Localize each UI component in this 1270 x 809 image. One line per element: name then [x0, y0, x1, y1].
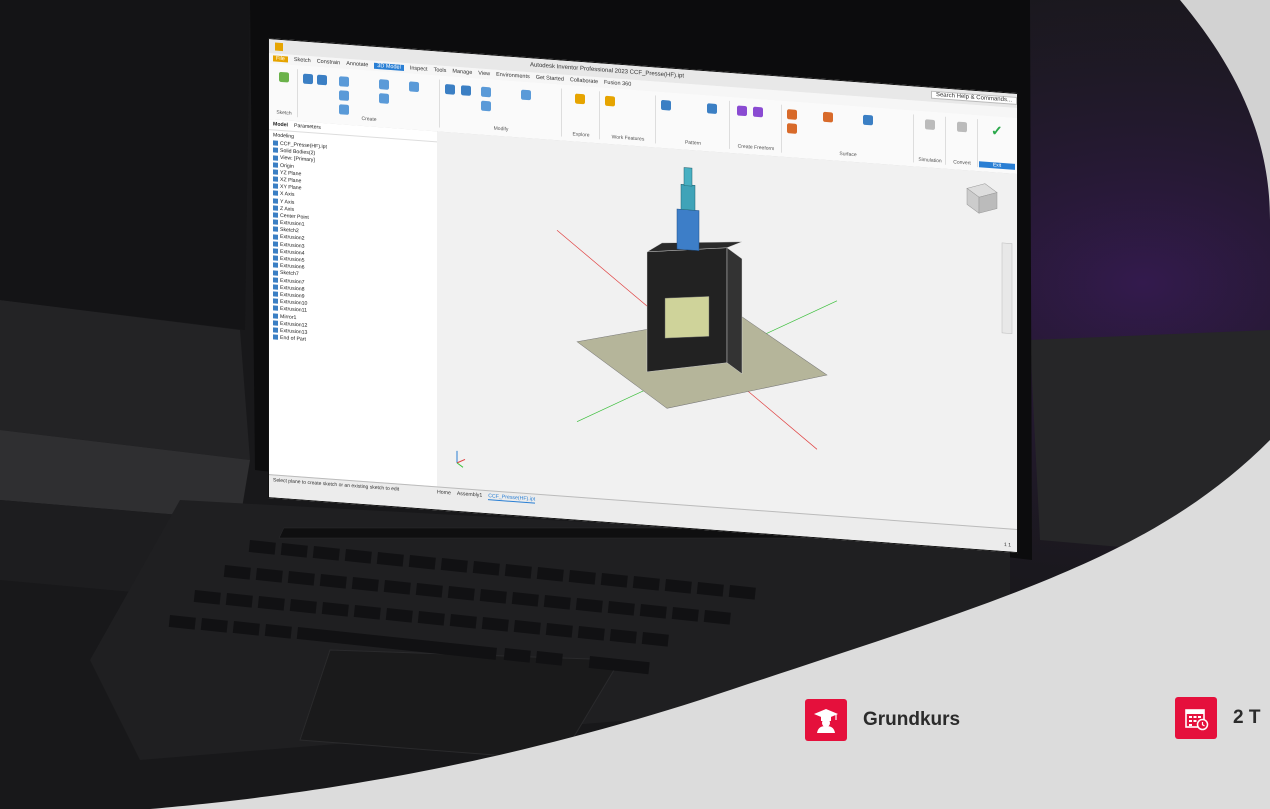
- grey-top-corner: [1180, 0, 1270, 220]
- grey-panel: [150, 0, 1270, 809]
- calendar-icon: [1175, 697, 1217, 739]
- feature-duration: 2 T: [1175, 697, 1260, 739]
- duration-label: 2 T: [1233, 707, 1261, 728]
- graduate-icon: [805, 699, 847, 741]
- grey-curved-shape: [150, 440, 1270, 809]
- hero-scene: Autodesk Inventor Professional 2023 CCF_…: [0, 0, 1270, 809]
- course-level-label: Grundkurs: [863, 709, 961, 730]
- feature-course-level: Grundkurs: [805, 699, 960, 741]
